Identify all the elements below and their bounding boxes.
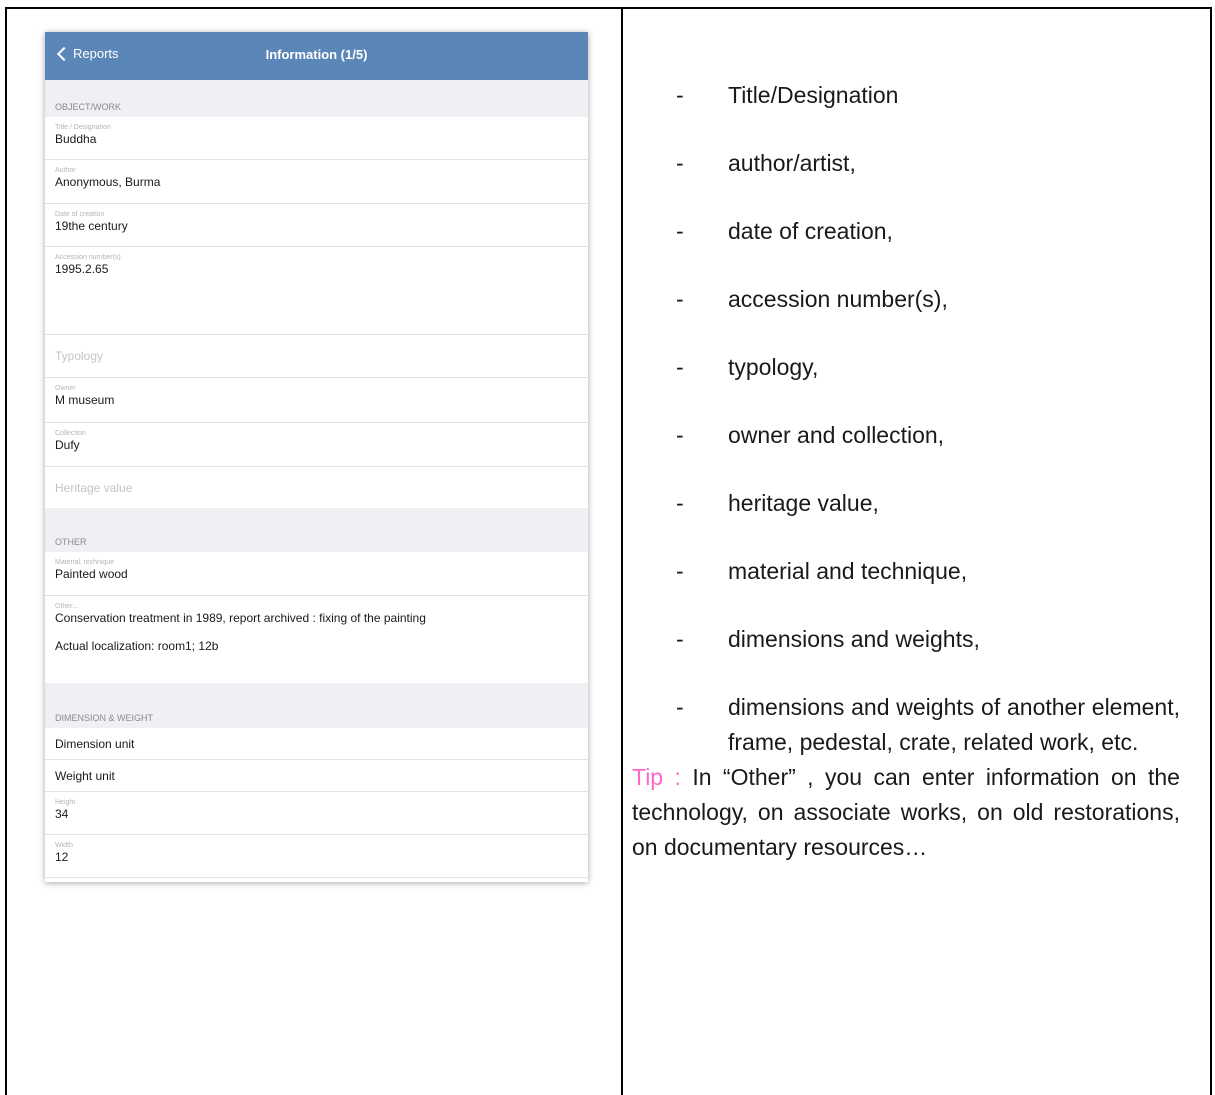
heritage-value-placeholder: Heritage value xyxy=(55,481,133,495)
navigation-bar: Reports Information (1/5) xyxy=(45,32,588,80)
title-field[interactable]: Title / Designation Buddha xyxy=(45,117,588,160)
weight-unit-field[interactable]: Weight unit xyxy=(45,760,588,792)
section-header-dimension-weight: DIMENSION & WEIGHT xyxy=(45,683,588,728)
collection-field[interactable]: Collection Dufy xyxy=(45,423,588,467)
list-dash: - xyxy=(676,694,684,720)
list-item: - Title/Designation xyxy=(632,78,1180,113)
title-field-value: Buddha xyxy=(55,132,97,146)
list-dash: - xyxy=(676,354,684,380)
list-item: - date of creation, xyxy=(632,214,1180,249)
list-dash: - xyxy=(676,218,684,244)
date-field[interactable]: Date of creation 19the century xyxy=(45,204,588,247)
list-item: - material and technique, xyxy=(632,554,1180,589)
author-field[interactable]: Author Anonymous, Burma xyxy=(45,160,588,204)
list-item-text: author/artist, xyxy=(728,150,856,176)
dimension-unit-field[interactable]: Dimension unit xyxy=(45,728,588,760)
accession-field-value: 1995.2.65 xyxy=(55,262,109,276)
list-item-text: material and technique, xyxy=(728,558,968,584)
list-dash: - xyxy=(676,490,684,516)
width-field-label: Width xyxy=(55,842,73,849)
tip-text: In “Other” , you can enter information o… xyxy=(632,764,1180,860)
material-field-value: Painted wood xyxy=(55,567,128,581)
list-dash: - xyxy=(676,626,684,652)
collection-field-label: Collection xyxy=(55,430,86,437)
list-item: - owner and collection, xyxy=(632,418,1180,453)
field-description-list: - Title/Designation - author/artist, - date… xyxy=(632,78,1180,760)
owner-field-value: M museum xyxy=(55,393,115,407)
list-item-text: owner and collection, xyxy=(728,422,945,448)
column-divider xyxy=(621,9,623,1095)
section-header-object-work: OBJECT/WORK xyxy=(45,80,588,117)
other-field-value-line1: Conservation treatment in 1989, report a… xyxy=(55,611,426,625)
tip-label: Tip : xyxy=(632,764,681,790)
owner-field[interactable]: Owner M museum xyxy=(45,378,588,423)
list-item: - dimensions and weights, xyxy=(632,622,1180,657)
material-field[interactable]: Material, technique Painted wood xyxy=(45,552,588,596)
app-screenshot: Reports Information (1/5) OBJECT/WORK Ti… xyxy=(45,32,588,882)
title-field-label: Title / Designation xyxy=(55,124,111,131)
height-field-label: Height xyxy=(55,799,76,806)
material-field-label: Material, technique xyxy=(55,559,115,566)
list-dash: - xyxy=(676,286,684,312)
height-field[interactable]: Height 34 xyxy=(45,792,588,835)
section-header-other: OTHER xyxy=(45,508,588,552)
typology-placeholder: Typology xyxy=(55,349,104,363)
date-field-label: Date of creation xyxy=(55,211,105,218)
list-item: - accession number(s), xyxy=(632,282,1180,317)
date-field-value: 19the century xyxy=(55,219,128,233)
list-item-text: Title/Designation xyxy=(728,82,899,108)
width-field[interactable]: Width 12 xyxy=(45,835,588,878)
list-item-text: date of creation, xyxy=(728,218,893,244)
width-field-value: 12 xyxy=(55,850,69,864)
accession-field[interactable]: Accession number(s) 1995.2.65 xyxy=(45,247,588,335)
other-field-value-line2: Actual localization: room1; 12b xyxy=(55,639,219,653)
list-item: - author/artist, xyxy=(632,146,1180,181)
list-dash: - xyxy=(676,82,684,108)
tip-paragraph: Tip : In “Other” , you can enter informa… xyxy=(632,760,1180,865)
owner-field-label: Owner xyxy=(55,385,76,392)
dimension-unit-value: Dimension unit xyxy=(55,737,135,751)
list-item: - typology, xyxy=(632,350,1180,385)
list-item-text: accession number(s), xyxy=(728,286,948,312)
list-item: - dimensions and weights of another eleme… xyxy=(632,690,1180,760)
list-dash: - xyxy=(676,558,684,584)
author-field-label: Author xyxy=(55,167,76,174)
accession-field-label: Accession number(s) xyxy=(55,254,121,261)
other-field-label: Other... xyxy=(55,603,78,610)
list-item-text: heritage value, xyxy=(728,490,879,516)
list-item: - heritage value, xyxy=(632,486,1180,521)
list-dash: - xyxy=(676,422,684,448)
height-field-value: 34 xyxy=(55,807,69,821)
collection-field-value: Dufy xyxy=(55,438,80,452)
list-item-text: dimensions and weights, xyxy=(728,626,980,652)
page-title: Information (1/5) xyxy=(265,47,368,62)
list-item-text: typology, xyxy=(728,354,819,380)
typology-field[interactable]: Typology xyxy=(45,335,588,378)
heritage-value-field[interactable]: Heritage value xyxy=(45,467,588,508)
weight-unit-value: Weight unit xyxy=(55,769,115,783)
other-field[interactable]: Other... Conservation treatment in 1989,… xyxy=(45,596,588,683)
list-item-text: dimensions and weights of another elemen… xyxy=(728,694,1180,755)
author-field-value: Anonymous, Burma xyxy=(55,175,161,189)
list-dash: - xyxy=(676,150,684,176)
